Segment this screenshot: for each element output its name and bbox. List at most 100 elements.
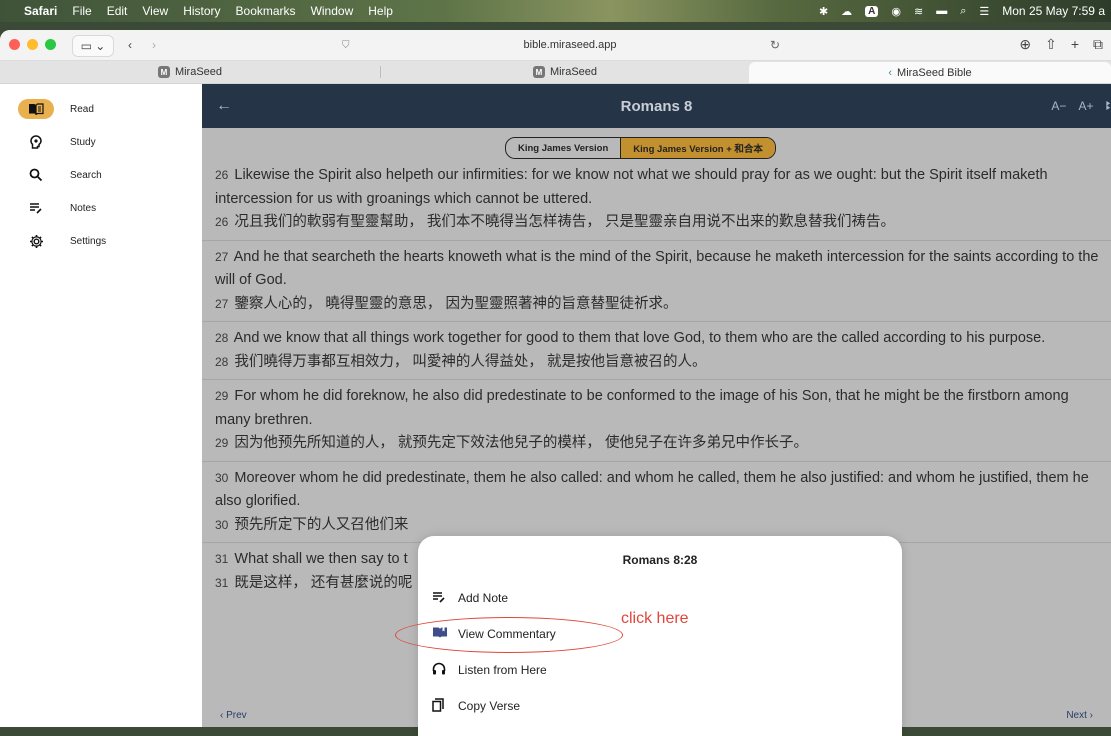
verse-number: 30 [215, 470, 229, 485]
minimize-window-button[interactable] [27, 39, 38, 50]
copy-icon [432, 697, 450, 715]
forward-button[interactable]: › [144, 35, 164, 55]
gear-icon [18, 231, 54, 251]
verse-english: 26 Likewise the Spirit also helpeth our … [215, 164, 1105, 211]
font-decrease-button[interactable]: A− [1051, 99, 1066, 114]
verse-30[interactable]: 30 Moreover whom he did predestinate, th… [215, 467, 1105, 538]
sidebar-item-label: Settings [70, 235, 107, 247]
reader-header: ← Romans 8 A− A+ ꔪ [202, 84, 1111, 128]
version-option-kjv-cuv[interactable]: King James Version + 和合本 [620, 138, 775, 158]
listen-from-here-button[interactable]: Listen from Here [432, 658, 547, 682]
sun-icon[interactable]: ✱ [819, 5, 828, 18]
privacy-shield-icon[interactable]: ⛉ [342, 40, 350, 51]
sidebar-item-settings[interactable]: Settings [18, 229, 198, 253]
action-label: Copy Verse [458, 699, 521, 713]
menu-file[interactable]: File [72, 4, 91, 18]
add-note-button[interactable]: Add Note [432, 586, 508, 610]
verse-number: 26 [215, 215, 229, 229]
tab-miraseed-bible[interactable]: ‹ MiraSeed Bible [749, 62, 1111, 83]
miraseed-favicon-icon: M [532, 66, 545, 78]
action-label: Add Note [458, 591, 509, 605]
menu-history[interactable]: History [183, 4, 220, 18]
chevron-right-icon: › [152, 38, 156, 52]
close-window-button[interactable] [9, 39, 20, 50]
cloud-icon[interactable]: ☁ [841, 5, 852, 18]
verse-number: 31 [215, 575, 229, 590]
verse-chinese: 30 预先所定下的人又召他们来 [215, 514, 1105, 538]
verse-divider [202, 239, 1111, 241]
miraseed-favicon-icon: M [157, 66, 170, 78]
verse-text-cn: 既是这样， 还有甚麼说的呢 [234, 574, 413, 591]
user-settings-icon[interactable]: ꔪ [1105, 99, 1111, 114]
reload-icon[interactable]: ↻ [770, 38, 780, 52]
verse-text-cn: 因为他预先所知道的人， 就预先定下效法他兒子的模样， 使他兒子在许多弟兄中作长子… [234, 435, 808, 451]
header-actions: A− A+ ꔪ [1051, 99, 1111, 114]
verse-27[interactable]: 27 And he that searcheth the hearts know… [215, 246, 1105, 317]
copy-verse-button[interactable]: Copy Verse [432, 694, 520, 718]
font-increase-button[interactable]: A+ [1078, 99, 1093, 114]
user-icon[interactable]: ◉ [891, 5, 901, 18]
verse-29[interactable]: 29 For whom he did foreknow, he also did… [215, 385, 1105, 456]
share-icon[interactable]: ⇧ [1045, 36, 1057, 53]
verse-text-cn: 况且我们的軟弱有聖靈幫助， 我们本不曉得当怎样祷告， 只是聖靈亲自用说不出来的歎… [234, 214, 895, 230]
menu-bar-clock[interactable]: Mon 25 May 7:59 a [1002, 4, 1105, 18]
tab-bar: M MiraSeed M MiraSeed ‹ MiraSeed Bible [0, 61, 1111, 84]
verse-text: And he that searcheth the hearts knoweth… [215, 248, 1099, 289]
tab-miraseed-1[interactable]: M MiraSeed [0, 61, 380, 83]
verse-divider [202, 379, 1111, 380]
new-tab-icon[interactable]: + [1071, 36, 1079, 53]
app-sidebar: Read Study Search Notes Settings [0, 84, 202, 727]
notes-icon [432, 591, 450, 606]
verse-26[interactable]: 26 Likewise the Spirit also helpeth our … [215, 164, 1105, 235]
menu-edit[interactable]: Edit [107, 4, 128, 18]
sidebar-item-read[interactable]: Read [18, 97, 198, 121]
sidebar-item-notes[interactable]: Notes [18, 196, 198, 220]
verse-chinese: 27 鑒察人心的， 曉得聖靈的意思， 因为聖靈照著神的旨意替聖徒祈求。 [215, 293, 1105, 317]
spotlight-search-icon[interactable]: ⌕ [960, 5, 966, 18]
control-center-icon[interactable]: ☰ [979, 5, 989, 18]
notes-icon [18, 198, 54, 218]
verse-number: 29 [215, 389, 229, 403]
verse-text: Likewise the Spirit also helpeth our inf… [215, 167, 1048, 207]
verse-divider [202, 321, 1111, 322]
address-bar[interactable]: ⛉ bible.miraseed.app ↻ [330, 34, 810, 56]
back-arrow-icon[interactable]: ← [216, 97, 232, 115]
verse-english: 29 For whom he did foreknow, he also did… [215, 385, 1105, 432]
menu-window[interactable]: Window [311, 4, 354, 18]
macos-menu-bar: Safari File Edit View History Bookmarks … [0, 0, 1111, 22]
input-source-icon[interactable]: A [865, 5, 879, 17]
verse-number: 28 [215, 331, 229, 345]
verse-english: 28 And we know that all things work toge… [215, 327, 1105, 351]
sidebar-item-study[interactable]: Study [18, 130, 198, 154]
verse-28[interactable]: 28 And we know that all things work toge… [215, 327, 1105, 374]
annotation-highlight-ellipse [395, 617, 623, 653]
menu-bookmarks[interactable]: Bookmarks [236, 4, 296, 18]
search-icon [18, 165, 54, 185]
zoom-window-button[interactable] [45, 39, 56, 50]
tab-miraseed-2[interactable]: M MiraSeed [381, 61, 749, 83]
verse-text: Moreover whom he did predestinate, them … [215, 469, 1089, 510]
chevron-left-icon: ‹ [128, 38, 132, 52]
version-option-kjv[interactable]: King James Version [506, 138, 620, 158]
menu-safari[interactable]: Safari [24, 4, 57, 18]
wifi-icon[interactable]: ≋ [914, 5, 923, 18]
verse-english: 27 And he that searcheth the hearts know… [215, 246, 1105, 293]
verse-number: 29 [215, 436, 229, 450]
miraseed-bible-favicon-icon: ‹ [888, 66, 893, 79]
sidebar-item-label: Search [70, 169, 102, 181]
verse-text: And we know that all things work togethe… [233, 330, 1046, 346]
battery-icon[interactable]: ▬ [936, 5, 947, 17]
sidebar-toggle-button[interactable]: ▭ ⌄ [72, 35, 114, 57]
sidebar-item-search[interactable]: Search [18, 163, 198, 187]
tab-label: MiraSeed [549, 66, 598, 78]
back-button[interactable]: ‹ [120, 35, 140, 55]
browser-toolbar: ▭ ⌄ ‹ › ⛉ bible.miraseed.app ↻ ⊕ ⇧ + ⧉ [0, 30, 1111, 61]
tab-overview-icon[interactable]: ⧉ [1093, 36, 1103, 53]
lightbulb-head-icon [18, 132, 54, 152]
prev-chapter-button[interactable]: ‹ Prev [220, 710, 247, 721]
downloads-icon[interactable]: ⊕ [1019, 36, 1031, 53]
menu-view[interactable]: View [142, 4, 168, 18]
menu-help[interactable]: Help [368, 4, 393, 18]
next-chapter-button[interactable]: Next › [1066, 710, 1093, 721]
verse-text-cn: 鑒察人心的， 曉得聖靈的意思， 因为聖靈照著神的旨意替聖徒祈求。 [234, 295, 678, 312]
